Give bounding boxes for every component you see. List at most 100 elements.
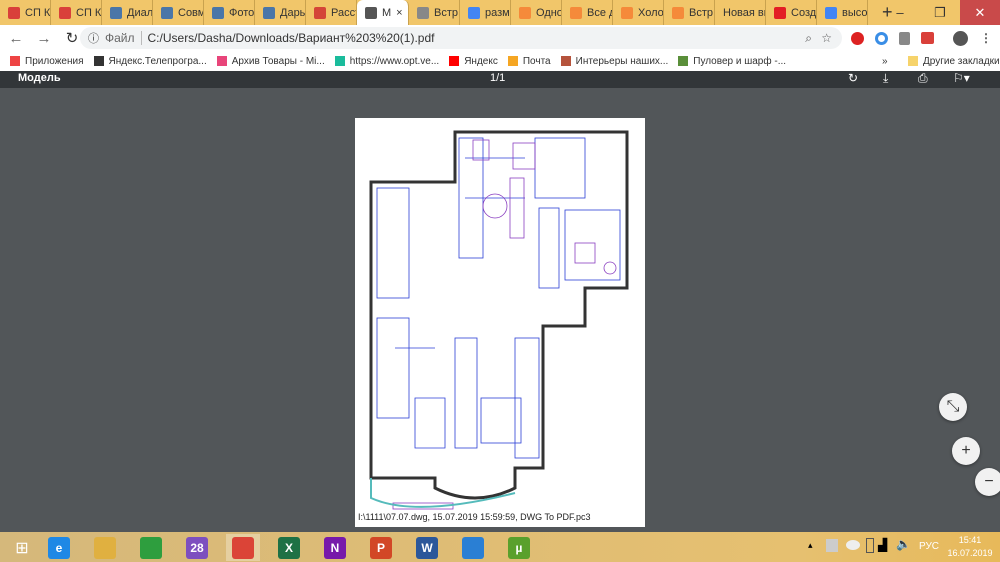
bookmark-item[interactable]: Архив Товары - Mi... — [216, 55, 325, 67]
zoom-out-button[interactable]: − — [975, 468, 1000, 496]
back-icon[interactable]: ← — [4, 30, 28, 47]
tab-title: Созд — [791, 6, 817, 19]
wifi-icon[interactable]: ▟ — [878, 538, 887, 552]
onedrive-icon[interactable] — [846, 540, 860, 550]
tab[interactable]: Встр — [409, 0, 460, 25]
extension-icon-2[interactable] — [899, 31, 910, 45]
tab-title: разм — [485, 6, 510, 19]
zoom-in-button[interactable]: + — [952, 437, 980, 465]
taskbar-app[interactable] — [456, 534, 490, 561]
download-icon[interactable]: ⤓ — [883, 71, 888, 86]
taskbar-onenote[interactable]: N — [318, 534, 352, 561]
tab-title: СП К — [25, 6, 51, 19]
tab-title: СП К — [76, 6, 102, 19]
taskbar-explorer[interactable] — [88, 534, 122, 561]
taskbar-viber[interactable]: 28 — [180, 534, 214, 561]
volume-icon[interactable]: 🔈 — [896, 537, 911, 551]
tab[interactable]: СП К — [51, 0, 102, 25]
tab[interactable]: Все д — [562, 0, 613, 25]
bookmark-item[interactable]: Приложения — [10, 56, 84, 67]
bookmark-label: Архив Товары - Mi... — [231, 55, 325, 67]
bookmark-label: https://www.opt.ve... — [349, 55, 440, 67]
tab[interactable]: Совм — [153, 0, 204, 25]
tab[interactable]: Расст — [306, 0, 357, 25]
taskbar-excel[interactable]: X — [272, 534, 306, 561]
bookmark-label: Интерьеры наших... — [575, 55, 669, 67]
start-button[interactable]: ⊞ — [5, 534, 39, 561]
extension-icon-3[interactable] — [921, 32, 934, 44]
forward-icon[interactable]: → — [32, 30, 56, 47]
bookmark-item[interactable]: Яндекс — [449, 56, 498, 67]
extension-icon[interactable] — [875, 31, 888, 45]
viber-icon: 28 — [186, 536, 208, 559]
close-button[interactable]: ✕ — [960, 0, 1000, 25]
tray-up-icon[interactable]: ▴ — [808, 540, 813, 551]
tab-title: М — [382, 6, 392, 19]
bookmark-item[interactable]: Почта — [507, 55, 551, 67]
other-bookmarks[interactable]: Другие закладки — [908, 56, 1000, 67]
restore-button[interactable]: ❐ — [920, 0, 960, 25]
tab[interactable]: высо — [817, 0, 868, 25]
menu-icon[interactable]: ⋮ — [980, 31, 992, 45]
floor-plan-drawing: I:\1111\07.07.dwg, 15.07.2019 15:59:59, … — [358, 130, 629, 522]
fit-page-button[interactable]: ⤡ — [939, 393, 967, 421]
bookmark-item[interactable]: Пуловер и шарф -... — [678, 56, 786, 67]
avatar[interactable] — [953, 30, 968, 46]
tab[interactable]: Встр — [664, 0, 715, 25]
scheme-label: Файл — [105, 31, 142, 45]
page-indicator: 1/1 — [490, 72, 506, 84]
taskbar-store[interactable] — [134, 534, 168, 561]
tab[interactable]: Дары — [255, 0, 306, 25]
bookmarks-more[interactable]: » — [882, 56, 888, 67]
tab[interactable]: Фото — [204, 0, 255, 25]
minimize-button[interactable]: ‒ — [880, 0, 920, 25]
drawing-caption: I:\1111\07.07.dwg, 15.07.2019 15:59:59, … — [358, 512, 590, 522]
clock[interactable]: 15:41 16.07.2019 — [944, 534, 996, 560]
action-center-icon[interactable] — [826, 539, 838, 552]
adblock-icon[interactable] — [851, 31, 864, 45]
tab[interactable]: разм — [460, 0, 511, 25]
address-bar[interactable]: ⓘ Файл C:/Users/Dasha/Downloads/Вариант%… — [80, 27, 842, 49]
tab-title: Новая вк — [723, 6, 766, 19]
ie-icon: e — [48, 536, 70, 559]
tab-favicon-icon — [59, 6, 71, 19]
powerpoint-icon: P — [370, 536, 392, 559]
tab-favicon-icon — [825, 6, 837, 19]
taskbar-chrome[interactable] — [226, 534, 260, 561]
tab[interactable]: Новая вк — [715, 0, 766, 25]
print-icon[interactable]: ⎙ — [918, 71, 928, 86]
tab[interactable]: Диал — [102, 0, 153, 25]
pdf-toolbar: Модель 1/1 ↻ ⤓ ⎙ ⚐▾ — [0, 71, 1000, 88]
bookmark-item[interactable]: Яндекс.Телепрогра... — [93, 56, 207, 67]
bookmark-item[interactable]: https://www.opt.ve... — [334, 55, 440, 67]
bookmark-favicon-icon — [93, 56, 104, 66]
taskbar-powerpoint[interactable]: P — [364, 534, 398, 561]
tab[interactable]: Созд — [766, 0, 817, 25]
zoom-icon[interactable]: ⌕ — [805, 31, 812, 46]
taskbar-word[interactable]: W — [410, 534, 444, 561]
info-icon[interactable]: ⓘ — [88, 30, 99, 46]
tab[interactable]: М × — [357, 0, 409, 25]
star-icon[interactable]: ☆ — [821, 31, 832, 45]
bookmark-label: Почта — [522, 55, 551, 67]
tab-favicon-icon — [263, 6, 275, 19]
chrome-icon — [232, 536, 254, 559]
taskbar-utorrent[interactable]: µ — [502, 534, 536, 561]
tab-favicon-icon — [8, 6, 20, 19]
bookmark-favicon-icon — [449, 56, 460, 66]
tab-favicon-icon — [519, 6, 531, 19]
tab-favicon-icon — [314, 6, 326, 19]
battery-icon[interactable] — [866, 538, 874, 553]
tab[interactable]: СП К — [0, 0, 51, 25]
url-text[interactable]: C:/Users/Dasha/Downloads/Вариант%203%20(… — [148, 31, 435, 45]
rotate-icon[interactable]: ↻ — [848, 71, 858, 85]
bookmark-item[interactable]: Интерьеры наших... — [560, 55, 669, 67]
language-indicator[interactable]: РУС — [919, 541, 939, 552]
taskbar-ie[interactable]: e — [42, 534, 76, 561]
tab[interactable]: Холо — [613, 0, 664, 25]
tab-close-icon[interactable]: × — [396, 7, 402, 19]
bookmark-icon[interactable]: ⚐▾ — [953, 71, 970, 85]
tab[interactable]: Одно — [511, 0, 562, 25]
tab-title: Встр — [689, 6, 713, 19]
utorrent-icon: µ — [508, 536, 530, 559]
